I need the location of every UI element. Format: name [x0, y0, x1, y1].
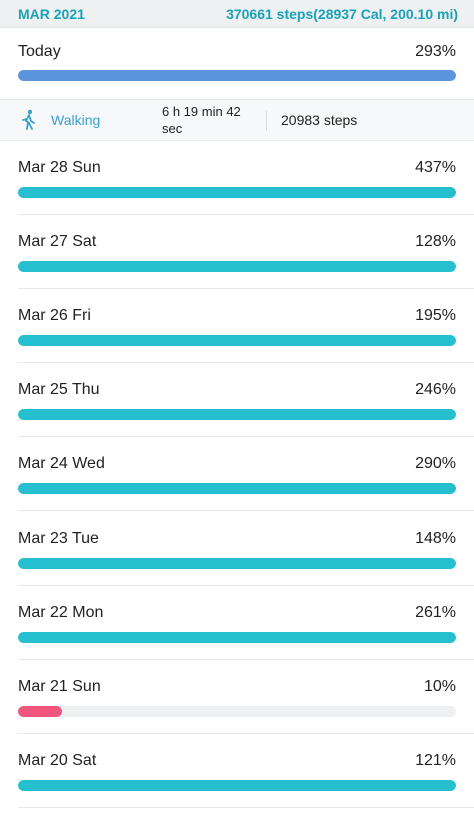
day-row[interactable]: Mar 28 Sun 437% [0, 159, 474, 219]
row-divider [18, 436, 474, 438]
day-percent: 261% [415, 603, 456, 621]
today-progress-track [18, 70, 456, 81]
day-percent: 128% [415, 233, 456, 251]
day-label: Mar 26 Fri [18, 307, 91, 325]
day-progress-track [18, 261, 456, 273]
activity-divider [266, 111, 267, 131]
row-divider [18, 584, 474, 586]
day-progress-track [18, 631, 456, 643]
today-percent: 293% [415, 43, 456, 60]
month-label[interactable]: MAR 2021 [18, 6, 85, 22]
day-label: Mar 23 Tue [18, 529, 99, 547]
row-divider [18, 288, 474, 290]
day-row[interactable]: Mar 21 Sun 10% [0, 678, 474, 738]
day-label: Mar 21 Sun [18, 677, 101, 695]
row-divider [18, 732, 474, 734]
day-percent: 437% [415, 159, 456, 176]
activity-type: Walking [51, 112, 101, 128]
day-progress-fill [18, 335, 456, 347]
today-progress-fill [18, 70, 456, 81]
day-progress-track [18, 779, 456, 791]
day-label: Mar 25 Thu [18, 381, 100, 399]
day-progress-fill [18, 409, 456, 421]
day-progress-track [18, 187, 456, 198]
day-row[interactable]: Mar 26 Fri 195% [0, 307, 474, 367]
month-header: MAR 2021 370661 steps(28937 Cal, 200.10 … [0, 0, 474, 28]
activity-duration: 6 h 19 min 42 sec [162, 104, 241, 136]
day-label: Mar 28 Sun [18, 159, 101, 176]
day-progress-fill [18, 705, 62, 717]
day-progress-fill [18, 483, 456, 495]
day-progress-track [18, 483, 456, 495]
day-label: Mar 22 Mon [18, 603, 104, 621]
day-percent: 246% [415, 381, 456, 399]
day-progress-fill [18, 557, 456, 569]
row-divider [18, 658, 474, 660]
day-row[interactable]: Mar 25 Thu 246% [0, 381, 474, 441]
day-percent: 290% [415, 455, 456, 473]
day-percent: 148% [415, 529, 456, 547]
day-progress-fill [18, 261, 456, 273]
day-percent: 10% [423, 677, 456, 695]
day-progress-fill [18, 631, 456, 643]
today-label: Today [18, 43, 61, 60]
day-progress-track [18, 409, 456, 421]
row-divider [18, 362, 474, 364]
day-row[interactable]: Mar 23 Tue 148% [0, 530, 474, 590]
day-percent: 195% [415, 307, 456, 325]
day-row[interactable]: Mar 24 Wed 290% [0, 455, 474, 515]
day-progress-track [18, 705, 456, 717]
day-label: Mar 24 Wed [18, 455, 105, 473]
day-percent: 121% [415, 751, 456, 769]
day-label: Mar 27 Sat [18, 233, 97, 251]
day-row[interactable]: Mar 20 Sat 121% [0, 752, 474, 812]
walking-person-icon [19, 109, 39, 131]
day-progress-fill [18, 187, 456, 198]
row-divider [18, 214, 474, 215]
today-row[interactable]: Today 293% [0, 43, 474, 99]
day-label: Mar 20 Sat [18, 751, 97, 769]
day-row[interactable]: Mar 27 Sat 128% [0, 233, 474, 293]
day-row[interactable]: Mar 22 Mon 261% [0, 604, 474, 664]
row-divider [18, 510, 474, 512]
day-progress-track [18, 335, 456, 347]
activity-steps: 20983 steps [281, 112, 358, 128]
activity-summary[interactable]: Walking 6 h 19 min 42 sec 20983 steps [0, 99, 474, 141]
row-divider [18, 806, 474, 808]
day-progress-fill [18, 779, 456, 791]
day-progress-track [18, 557, 456, 569]
month-summary: 370661 steps(28937 Cal, 200.10 mi) [226, 5, 458, 22]
